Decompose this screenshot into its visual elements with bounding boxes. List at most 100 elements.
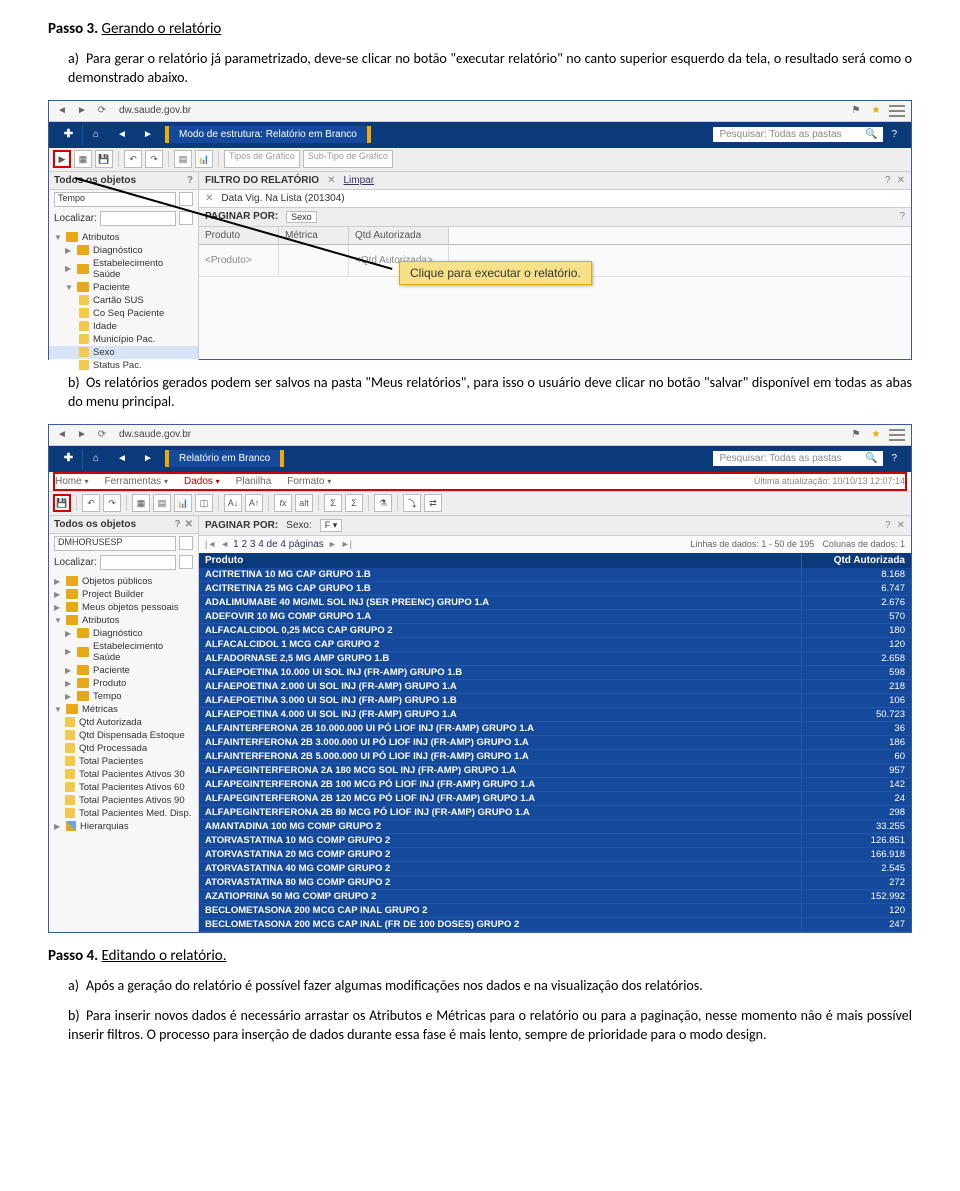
table-row[interactable]: ATORVASTATINA 80 MG COMP GRUPO 2272 <box>199 876 911 890</box>
tempo-expand-button[interactable] <box>179 192 193 206</box>
table-row[interactable]: BECLOMETASONA 200 MCG CAP INAL GRUPO 212… <box>199 904 911 918</box>
address-bar[interactable]: dw.saude.gov.br <box>115 105 843 116</box>
table-row[interactable]: ALFAINTERFERONA 2B 3.000.000 UI PÓ LIOF … <box>199 736 911 750</box>
tree-municipio[interactable]: Município Pac. <box>49 333 198 346</box>
tree2-metricas[interactable]: ▼Métricas <box>49 703 198 716</box>
address-bar-2[interactable]: dw.saude.gov.br <box>115 429 843 440</box>
forward-icon-2[interactable]: ► <box>75 428 89 442</box>
table-row[interactable]: ALFAINTERFERONA 2B 5.000.000 UI PÓ LIOF … <box>199 750 911 764</box>
design-button[interactable]: ▦ <box>74 150 92 168</box>
close-small-2[interactable]: ✕ <box>185 519 193 530</box>
dm-expand[interactable] <box>179 536 193 550</box>
nav-left-icon-2[interactable]: ◄ <box>113 450 131 468</box>
table-row[interactable]: AZATIOPRINA 50 MG COMP GRUPO 2152.992 <box>199 890 911 904</box>
tree2-tempo[interactable]: ▶Tempo <box>49 690 198 703</box>
table-row[interactable]: ALFAPEGINTERFERONA 2A 180 MCG SOL INJ (F… <box>199 764 911 778</box>
dh-produto[interactable]: Produto <box>199 553 801 568</box>
table-row[interactable]: ALFAPEGINTERFERONA 2B 80 MCG PÓ LIOF INJ… <box>199 806 911 820</box>
tb-gridchart[interactable]: ◫ <box>195 494 213 512</box>
flag-icon-2[interactable]: ⚑ <box>849 428 863 442</box>
tb-grid[interactable]: ▤ <box>153 494 171 512</box>
tree2-prod[interactable]: ▶Produto <box>49 677 198 690</box>
execute-report-button[interactable]: ▶ <box>53 150 71 168</box>
pager-prev[interactable]: ◄ <box>220 539 229 549</box>
table-row[interactable]: ALFAEPOETINA 10.000 UI SOL INJ (FR-AMP) … <box>199 666 911 680</box>
tree2-hier[interactable]: ▶Hierarquias <box>49 820 198 833</box>
pager-last[interactable]: ►| <box>341 539 352 549</box>
localizar-search-button[interactable] <box>179 211 193 225</box>
tree2-pac[interactable]: ▶Paciente <box>49 664 198 677</box>
table-row[interactable]: ADALIMUMABE 40 MG/ML SOL INJ (SER PREENC… <box>199 596 911 610</box>
help-icon-2[interactable]: ? <box>891 453 897 464</box>
tree-sexo[interactable]: Sexo <box>49 346 198 359</box>
tree2-m6[interactable]: Total Pacientes Ativos 90 <box>49 794 198 807</box>
col-metrica[interactable]: Métrica <box>279 227 349 244</box>
table-row[interactable]: AMANTADINA 100 MG COMP GRUPO 233.255 <box>199 820 911 834</box>
col-produto[interactable]: Produto <box>199 227 279 244</box>
help-small-2[interactable]: ? <box>175 519 181 530</box>
search-input[interactable]: Pesquisar: Todas as pastas 🔍 <box>713 127 883 142</box>
reload-icon-2[interactable]: ⟳ <box>95 428 109 442</box>
tb-design[interactable]: ▦ <box>132 494 150 512</box>
dm-select[interactable]: DMHORUSESP <box>54 536 176 551</box>
tab-planilha[interactable]: Planilha <box>236 476 272 487</box>
table-row[interactable]: ADEFOVIR 10 MG COMP GRUPO 1.A570 <box>199 610 911 624</box>
tb-chart[interactable]: 📊 <box>174 494 192 512</box>
hamburger-icon-2[interactable] <box>889 429 905 441</box>
table-row[interactable]: ALFAEPOETINA 2.000 UI SOL INJ (FR-AMP) G… <box>199 680 911 694</box>
tb-fx[interactable]: fx <box>274 494 292 512</box>
tree2-m2[interactable]: Qtd Processada <box>49 742 198 755</box>
redo-button[interactable]: ↷ <box>145 150 163 168</box>
tb-sort-asc[interactable]: A↓ <box>224 494 242 512</box>
table-row[interactable]: ALFAEPOETINA 4.000 UI SOL INJ (FR-AMP) G… <box>199 708 911 722</box>
flag-icon[interactable]: ⚑ <box>849 104 863 118</box>
localizar-input-2[interactable] <box>100 555 176 570</box>
tb-undo[interactable]: ↶ <box>82 494 100 512</box>
search-icon-2[interactable]: 🔍 <box>865 453 877 464</box>
star-icon[interactable]: ★ <box>869 104 883 118</box>
reload-icon[interactable]: ⟳ <box>95 104 109 118</box>
table-row[interactable]: ACITRETINA 10 MG CAP GRUPO 1.B8.168 <box>199 568 911 582</box>
grid-button[interactable]: ▤ <box>174 150 192 168</box>
back-icon[interactable]: ◄ <box>55 104 69 118</box>
forward-icon[interactable]: ► <box>75 104 89 118</box>
save-button-2[interactable]: 💾 <box>53 494 71 512</box>
table-row[interactable]: ATORVASTATINA 10 MG COMP GRUPO 2126.851 <box>199 834 911 848</box>
table-row[interactable]: ALFAPEGINTERFERONA 2B 120 MCG PÓ LIOF IN… <box>199 792 911 806</box>
tb-sort-desc[interactable]: A↑ <box>245 494 263 512</box>
tab-ferramentas[interactable]: Ferramentas ▾ <box>104 476 167 487</box>
save-button[interactable]: 💾 <box>95 150 113 168</box>
tree2-m1[interactable]: Qtd Dispensada Estoque <box>49 729 198 742</box>
sus-logo-2[interactable] <box>55 449 83 469</box>
limpar-link[interactable]: Limpar <box>343 175 374 186</box>
dh-qtd[interactable]: Qtd Autorizada <box>801 553 911 568</box>
tb-pivot[interactable]: ⇄ <box>424 494 442 512</box>
tb-drill[interactable]: ⤵ <box>403 494 421 512</box>
table-row[interactable]: ATORVASTATINA 20 MG COMP GRUPO 2166.918 <box>199 848 911 862</box>
table-row[interactable]: ALFAEPOETINA 3.000 UI SOL INJ (FR-AMP) G… <box>199 694 911 708</box>
tb-sigma1[interactable]: Σ <box>324 494 342 512</box>
help-small-icon[interactable]: ? <box>187 175 193 186</box>
pager-first[interactable]: |◄ <box>205 539 216 549</box>
paginar-sexo-chip[interactable]: Sexo <box>286 211 317 223</box>
table-row[interactable]: ALFACALCIDOL 1 MCG CAP GRUPO 2120 <box>199 638 911 652</box>
tree-status[interactable]: Status Pac. <box>49 359 198 372</box>
pager-pages[interactable]: 1 2 3 4 de 4 páginas <box>233 539 324 550</box>
home-icon-2[interactable]: ⌂ <box>87 450 105 468</box>
table-row[interactable]: ALFAINTERFERONA 2B 10.000.000 UI PÓ LIOF… <box>199 722 911 736</box>
tb-sigma2[interactable]: Σ <box>345 494 363 512</box>
tab-dados[interactable]: Dados ▾ <box>184 476 220 487</box>
sexo-select[interactable]: F ▾ <box>320 519 343 532</box>
search-input-2[interactable]: Pesquisar: Todas as pastas 🔍 <box>713 451 883 466</box>
pager-next[interactable]: ► <box>328 539 337 549</box>
nav-right-icon-2[interactable]: ► <box>139 450 157 468</box>
hamburger-icon[interactable] <box>889 105 905 117</box>
table-row[interactable]: ACITRETINA 25 MG CAP GRUPO 1.B6.747 <box>199 582 911 596</box>
tree2-projbuilder[interactable]: ▶Project Builder <box>49 588 198 601</box>
table-row[interactable]: ALFADORNASE 2,5 MG AMP GRUPO 1.B2.658 <box>199 652 911 666</box>
tree-paciente[interactable]: ▼Paciente <box>49 281 198 294</box>
filter-text[interactable]: Data Vig. Na Lista (201304) <box>221 193 344 204</box>
tb-redo[interactable]: ↷ <box>103 494 121 512</box>
table-row[interactable]: ALFAPEGINTERFERONA 2B 100 MCG PÓ LIOF IN… <box>199 778 911 792</box>
tree-diagnostico[interactable]: ▶Diagnóstico <box>49 244 198 257</box>
